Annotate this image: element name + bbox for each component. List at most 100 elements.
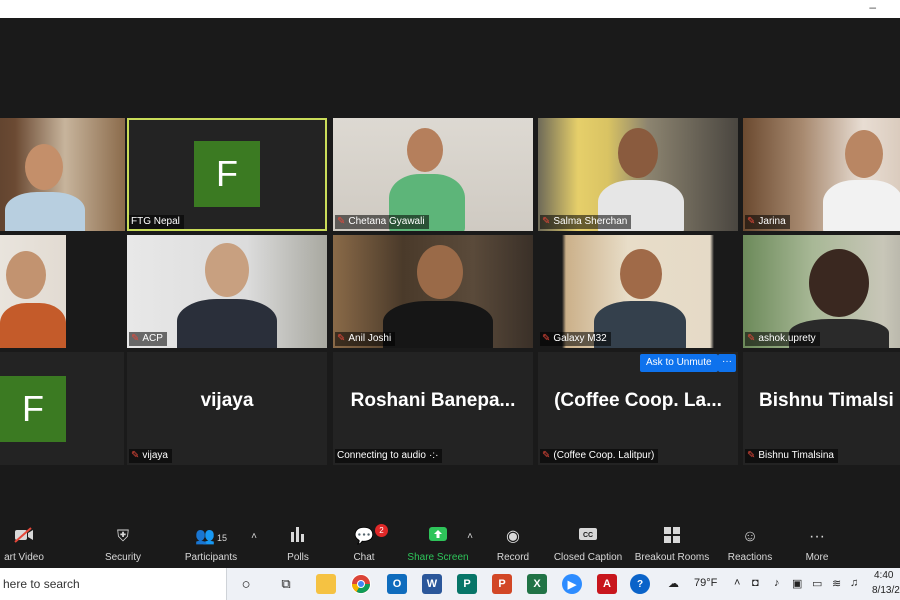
video-off-icon bbox=[0, 526, 48, 548]
chrome-icon[interactable] bbox=[351, 574, 371, 594]
participant-name-label: ✎ Salma Sherchan bbox=[540, 215, 632, 229]
zoom-icon[interactable]: ▶ bbox=[562, 574, 582, 594]
weather-temperature[interactable]: 79°F bbox=[694, 577, 717, 589]
participant-name-label: ✎ Jarina bbox=[745, 215, 790, 229]
window-title-bar: – bbox=[0, 0, 900, 18]
weather-icon[interactable]: ☁ bbox=[668, 577, 679, 590]
avatar: F bbox=[194, 141, 260, 207]
chat-button[interactable]: 💬 2 Chat bbox=[348, 524, 388, 563]
shield-icon: ⛨ bbox=[116, 528, 129, 545]
connecting-spinner-icon: ·:· bbox=[428, 450, 439, 461]
participant-name-label: FTG Nepal bbox=[129, 215, 184, 229]
participant-name-label: Connecting to audio ·:· bbox=[335, 449, 443, 463]
chevron-up-icon: ˄ bbox=[251, 531, 257, 542]
mic-muted-icon: ✎ bbox=[747, 333, 756, 344]
video-tile-acp[interactable]: ✎ ACP bbox=[127, 235, 327, 348]
security-button[interactable]: ⛨ Security bbox=[98, 526, 148, 563]
svg-text:CC: CC bbox=[583, 532, 593, 539]
participants-options-chevron[interactable]: ˄ bbox=[248, 526, 260, 548]
participant-display-name: vijaya bbox=[200, 390, 254, 411]
video-tile-11[interactable]: F bbox=[0, 352, 124, 465]
video-tile-jarina[interactable]: ✎ Jarina bbox=[743, 118, 900, 231]
participants-button[interactable]: 👥 15 Participants bbox=[180, 526, 242, 563]
reactions-button[interactable]: ☺ Reactions bbox=[726, 526, 774, 563]
avatar: F bbox=[0, 376, 66, 442]
record-icon: ◉ bbox=[506, 528, 520, 545]
powerpoint-icon[interactable]: P bbox=[492, 574, 512, 594]
mic-muted-icon: ✎ bbox=[747, 216, 756, 227]
help-icon[interactable]: ? bbox=[630, 574, 650, 594]
video-tile-1[interactable] bbox=[0, 118, 125, 231]
participant-display-name: Bishnu Timalsi bbox=[759, 390, 894, 411]
participant-name-label: ✎ Anil Joshi bbox=[335, 332, 396, 346]
mic-muted-icon: ✎ bbox=[542, 333, 551, 344]
mic-muted-icon: ✎ bbox=[542, 450, 551, 461]
mic-muted-icon: ✎ bbox=[747, 450, 756, 461]
breakout-rooms-icon bbox=[634, 526, 710, 548]
video-tile-anil[interactable]: ✎ Anil Joshi bbox=[333, 235, 533, 348]
share-options-chevron[interactable]: ˄ bbox=[464, 526, 476, 548]
participant-name-label: ✎ vijaya bbox=[129, 449, 172, 463]
video-tile-bishnu[interactable]: Bishnu Timalsi ✎ Bishnu Timalsina bbox=[743, 352, 900, 465]
mic-muted-icon: ✎ bbox=[131, 333, 140, 344]
windows-taskbar: here to search ○ ⧉ O W P P X ▶ A ? ☁ 79°… bbox=[0, 568, 900, 600]
word-icon[interactable]: W bbox=[422, 574, 442, 594]
participants-icon: 👥 15 bbox=[195, 528, 227, 545]
ask-to-unmute-button[interactable]: Ask to Unmute bbox=[640, 354, 718, 372]
participant-display-name: Roshani Banepa... bbox=[350, 390, 516, 411]
participant-display-name: (Coffee Coop. La... bbox=[554, 390, 722, 411]
microphone-icon[interactable]: ♪ bbox=[774, 577, 780, 589]
mic-muted-icon: ✎ bbox=[337, 216, 346, 227]
outlook-icon[interactable]: O bbox=[387, 574, 407, 594]
participant-name-label: ✎ (Coffee Coop. Lalitpur) bbox=[540, 449, 659, 463]
start-video-button[interactable]: art Video bbox=[0, 526, 48, 563]
task-view-icon[interactable]: ⧉ bbox=[276, 574, 296, 594]
tile-more-options-button[interactable]: ··· bbox=[718, 354, 736, 372]
breakout-rooms-button[interactable]: Breakout Rooms bbox=[634, 526, 710, 563]
participant-name-label: ✎ Bishnu Timalsina bbox=[745, 449, 838, 463]
clock-date[interactable]: 8/13/2 bbox=[872, 585, 900, 596]
clock-time[interactable]: 4:40 bbox=[874, 570, 893, 581]
chevron-up-icon[interactable]: ˄ bbox=[734, 577, 740, 589]
mic-muted-icon: ✎ bbox=[542, 216, 551, 227]
video-tile-galaxy[interactable]: ✎ Galaxy M32 bbox=[538, 235, 738, 348]
video-tile-ftg-nepal[interactable]: F FTG Nepal bbox=[127, 118, 327, 231]
excel-icon[interactable]: X bbox=[527, 574, 547, 594]
video-gallery: F FTG Nepal ✎ Chetana Gyawali ✎ Salma Sh… bbox=[0, 18, 900, 520]
video-tile-salma[interactable]: ✎ Salma Sherchan bbox=[538, 118, 738, 231]
battery-icon[interactable]: ▭ bbox=[812, 577, 822, 590]
video-tile-vijaya[interactable]: vijaya ✎ vijaya bbox=[127, 352, 327, 465]
file-explorer-icon[interactable] bbox=[316, 574, 336, 594]
video-tile-6[interactable] bbox=[0, 235, 66, 348]
publisher-icon[interactable]: P bbox=[457, 574, 477, 594]
wifi-icon[interactable]: ≋ bbox=[832, 577, 841, 590]
chat-unread-badge: 2 bbox=[375, 524, 388, 537]
minimize-icon[interactable]: – bbox=[869, 0, 876, 14]
participant-name-label: ✎ Galaxy M32 bbox=[540, 332, 611, 346]
cortana-icon[interactable]: ○ bbox=[236, 574, 256, 594]
polls-button[interactable]: Polls bbox=[282, 526, 314, 563]
participant-name-label: ✎ ashok.uprety bbox=[745, 332, 820, 346]
acrobat-icon[interactable]: A bbox=[597, 574, 617, 594]
taskbar-search-box[interactable]: here to search bbox=[0, 568, 227, 600]
video-tile-ashok[interactable]: ✎ ashok.uprety bbox=[743, 235, 900, 348]
mic-muted-icon: ✎ bbox=[337, 333, 346, 344]
camera-icon[interactable]: ◘ bbox=[752, 577, 759, 589]
chevron-up-icon: ˄ bbox=[467, 531, 473, 542]
cc-icon: CC bbox=[552, 526, 624, 548]
participant-name-label: ✎ Chetana Gyawali bbox=[335, 215, 429, 229]
polls-icon bbox=[282, 526, 314, 548]
smiley-icon: ☺ bbox=[741, 528, 759, 545]
record-button[interactable]: ◉ Record bbox=[494, 526, 532, 563]
more-button[interactable]: ··· More bbox=[802, 526, 832, 563]
network-icon[interactable]: ▣ bbox=[792, 577, 802, 590]
mic-muted-icon: ✎ bbox=[131, 450, 140, 461]
volume-icon[interactable]: ♫ bbox=[850, 577, 858, 589]
video-tile-roshani[interactable]: Roshani Banepa... Connecting to audio ·:… bbox=[333, 352, 533, 465]
participant-name-label: ✎ ACP bbox=[129, 332, 167, 346]
chat-icon: 💬 2 bbox=[348, 524, 388, 548]
share-screen-button[interactable]: Share Screen bbox=[406, 526, 470, 563]
share-screen-icon bbox=[406, 526, 470, 548]
video-tile-chetana[interactable]: ✎ Chetana Gyawali bbox=[333, 118, 533, 231]
closed-caption-button[interactable]: CC Closed Caption bbox=[552, 526, 624, 563]
